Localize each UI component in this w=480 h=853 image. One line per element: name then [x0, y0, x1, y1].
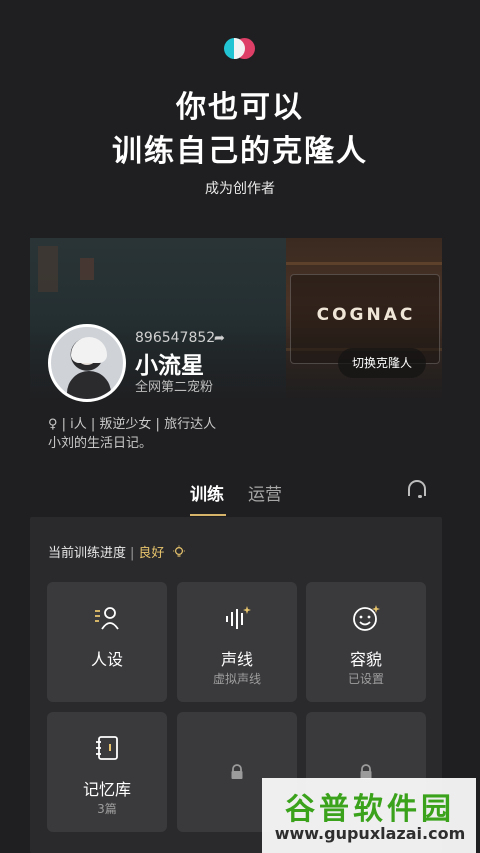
- card-face-sub: 已设置: [347, 672, 384, 686]
- tab-train[interactable]: 训练: [190, 480, 224, 505]
- card-memory-sub: 3篇: [97, 802, 117, 816]
- profile-bio: 小刘的生活日记。: [48, 436, 153, 451]
- watermark-title: 谷普软件园: [285, 792, 455, 827]
- app-logo: [224, 38, 256, 60]
- progress-status: 良好: [138, 546, 165, 561]
- hero-title-line1: 你也可以: [176, 90, 304, 125]
- watermark-url: www.gupuxlazai.com: [274, 824, 466, 843]
- share-arrow-icon[interactable]: ➦: [214, 331, 225, 346]
- headset-icon[interactable]: [408, 480, 426, 498]
- card-persona-label: 人设: [90, 650, 123, 669]
- tab-operations[interactable]: 运营: [248, 480, 282, 505]
- card-voice[interactable]: 声线 虚拟声线: [177, 582, 297, 702]
- hero-title-line2: 训练自己的克隆人: [112, 134, 368, 169]
- persona-icon: [95, 607, 119, 630]
- card-persona[interactable]: 人设: [47, 582, 167, 702]
- progress-label: 当前训练进度: [48, 546, 127, 561]
- lock-icon: [231, 764, 243, 779]
- voice-wave-icon: [226, 606, 251, 629]
- user-rank: 全网第二宠粉: [135, 380, 214, 395]
- avatar[interactable]: [48, 324, 126, 402]
- face-icon: [353, 605, 380, 631]
- watermark: 谷普软件园 www.gupuxlazai.com: [262, 778, 476, 853]
- card-memory-label: 记忆库: [82, 780, 131, 799]
- training-progress: 当前训练进度 | 良好: [48, 542, 186, 561]
- notebook-icon: [96, 736, 118, 760]
- switch-clone-button[interactable]: 切换克隆人: [338, 348, 426, 378]
- card-face-label: 容貌: [349, 650, 382, 669]
- tab-active-indicator: [190, 514, 226, 516]
- card-face[interactable]: 容貌 已设置: [306, 582, 426, 702]
- user-id: 896547852: [135, 330, 216, 346]
- user-name: 小流星: [135, 353, 204, 379]
- profile-tags: ♀ | i人 | 叛逆少女 | 旅行达人: [48, 417, 217, 432]
- progress-separator: |: [130, 546, 135, 561]
- card-memory[interactable]: 记忆库 3篇: [47, 712, 167, 832]
- banner-sign-text: COGNAC: [316, 305, 416, 325]
- bulb-icon: [172, 545, 185, 557]
- card-voice-sub: 虚拟声线: [212, 672, 261, 686]
- hero-subtitle[interactable]: 成为创作者: [0, 178, 480, 198]
- card-voice-label: 声线: [220, 650, 253, 669]
